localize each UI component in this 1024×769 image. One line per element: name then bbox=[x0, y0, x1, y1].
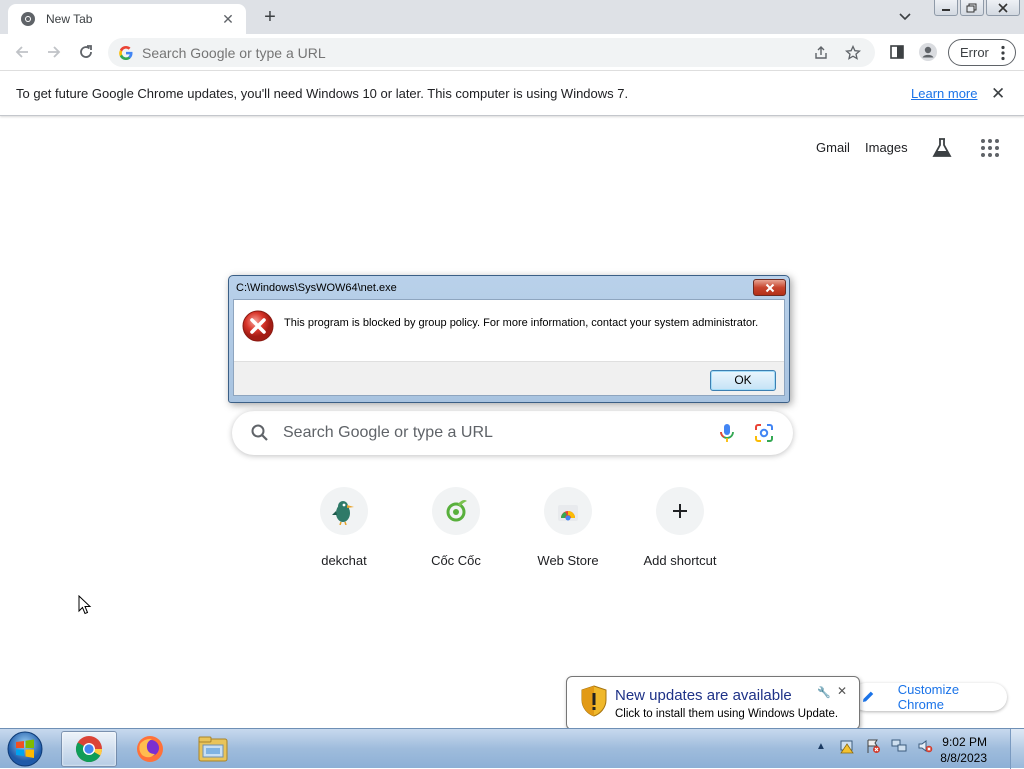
start-orb-icon[interactable] bbox=[6, 730, 44, 768]
taskbar-firefox[interactable] bbox=[122, 731, 178, 767]
side-panel-icon[interactable] bbox=[887, 42, 907, 62]
dialog-close-button[interactable] bbox=[753, 279, 786, 296]
system-tray: ▲ bbox=[812, 737, 934, 755]
forward-arrow-icon bbox=[48, 46, 61, 58]
shortcut-label: dekchat bbox=[321, 553, 367, 568]
taskbar-chrome[interactable] bbox=[61, 731, 117, 767]
customize-chrome-button[interactable]: Customize Chrome bbox=[852, 682, 1007, 712]
window-close-button[interactable] bbox=[986, 0, 1020, 16]
google-apps-grid-icon[interactable] bbox=[980, 138, 1000, 158]
shortcut-tile-add[interactable]: Add shortcut bbox=[624, 487, 736, 568]
ok-button[interactable]: OK bbox=[710, 370, 776, 391]
security-shield-icon bbox=[581, 685, 607, 717]
restore-icon bbox=[966, 3, 977, 12]
tab-strip: New Tab ✕ + bbox=[0, 0, 1024, 34]
back-button[interactable] bbox=[11, 41, 33, 63]
customize-chrome-label: Customize Chrome bbox=[897, 682, 960, 712]
pencil-icon bbox=[862, 691, 874, 702]
update-notification-balloon[interactable]: New updates are available Click to insta… bbox=[566, 676, 860, 743]
file-explorer-icon bbox=[198, 736, 228, 762]
clock-time: 9:02 PM bbox=[942, 735, 987, 749]
search-icon bbox=[251, 424, 268, 441]
network-icon[interactable] bbox=[890, 737, 908, 755]
tab-close-icon[interactable]: ✕ bbox=[220, 11, 236, 28]
close-icon bbox=[765, 283, 774, 292]
mouse-cursor-icon bbox=[78, 595, 92, 615]
profile-avatar-icon[interactable] bbox=[918, 42, 938, 62]
error-label: Error bbox=[960, 45, 989, 60]
dialog-body: This program is blocked by group policy.… bbox=[233, 299, 785, 396]
window-close-icon bbox=[998, 2, 1008, 13]
balloon-options-icon[interactable]: 🔧 bbox=[817, 686, 831, 699]
error-x-icon bbox=[242, 310, 274, 342]
tab-new-tab[interactable]: New Tab ✕ bbox=[8, 4, 246, 34]
balloon-close-icon[interactable]: ✕ bbox=[837, 684, 847, 698]
error-dialog: C:\Windows\SysWOW64\net.exe This program… bbox=[228, 275, 790, 403]
shortcut-tile-dekchat[interactable]: dekchat bbox=[288, 487, 400, 568]
labs-flask-icon[interactable] bbox=[930, 136, 954, 160]
flag-error-icon[interactable] bbox=[864, 737, 882, 755]
dekchat-bird-icon bbox=[320, 487, 368, 535]
show-hidden-icons-icon[interactable]: ▲ bbox=[812, 737, 830, 755]
volume-muted-icon[interactable] bbox=[916, 737, 934, 755]
shortcut-tile-coccoc[interactable]: Cốc Cốc bbox=[400, 487, 512, 568]
windows-taskbar: ▲ 9:02 PM 8/8/2023 bbox=[0, 728, 1024, 769]
images-link[interactable]: Images bbox=[865, 140, 908, 155]
plus-icon bbox=[656, 487, 704, 535]
web-store-icon bbox=[544, 487, 592, 535]
shortcut-label: Add shortcut bbox=[643, 553, 717, 568]
coccoc-icon bbox=[432, 487, 480, 535]
new-tab-button[interactable]: + bbox=[258, 6, 282, 30]
dialog-message: This program is blocked by group policy.… bbox=[284, 317, 759, 329]
ntp-search-box[interactable]: Search Google or type a URL bbox=[232, 411, 793, 455]
bookmark-star-icon[interactable] bbox=[843, 43, 863, 63]
tab-search-chevron-icon[interactable] bbox=[895, 8, 915, 26]
dialog-title: C:\Windows\SysWOW64\net.exe bbox=[236, 282, 397, 294]
balloon-title: New updates are available bbox=[615, 687, 792, 704]
profile-error-button[interactable]: Error bbox=[948, 39, 1016, 66]
omnibox-input[interactable] bbox=[142, 44, 811, 61]
back-arrow-icon bbox=[15, 46, 28, 58]
shortcut-label: Cốc Cốc bbox=[431, 553, 481, 568]
reload-button[interactable] bbox=[75, 41, 97, 63]
voice-search-mic-icon[interactable] bbox=[717, 422, 737, 444]
balloon-subtitle: Click to install them using Windows Upda… bbox=[615, 708, 839, 720]
chrome-icon bbox=[75, 736, 103, 763]
reload-icon bbox=[80, 45, 92, 58]
clock-date: 8/8/2023 bbox=[940, 751, 987, 765]
minimize-button[interactable] bbox=[934, 0, 958, 16]
restore-button[interactable] bbox=[960, 0, 984, 16]
forward-button[interactable] bbox=[43, 41, 65, 63]
taskbar-file-explorer[interactable] bbox=[185, 731, 241, 767]
browser-toolbar: Error bbox=[0, 34, 1024, 71]
minimize-icon bbox=[942, 8, 950, 11]
shortcut-tile-web-store[interactable]: Web Store bbox=[512, 487, 624, 568]
update-infobar: To get future Google Chrome updates, you… bbox=[0, 71, 1024, 116]
firefox-icon bbox=[137, 736, 163, 762]
gmail-link[interactable]: Gmail bbox=[816, 140, 850, 155]
google-g-icon bbox=[119, 45, 133, 60]
google-lens-camera-icon[interactable] bbox=[753, 422, 775, 444]
taskbar-clock[interactable]: 9:02 PM 8/8/2023 bbox=[935, 734, 987, 766]
learn-more-link[interactable]: Learn more bbox=[911, 86, 977, 101]
show-desktop-button[interactable] bbox=[1010, 729, 1024, 769]
infobar-message: To get future Google Chrome updates, you… bbox=[16, 86, 629, 101]
omnibox[interactable] bbox=[108, 38, 875, 67]
infobar-close-icon[interactable]: ✕ bbox=[991, 84, 1005, 104]
kebab-menu-icon[interactable] bbox=[1001, 45, 1005, 61]
dialog-footer: OK bbox=[234, 361, 784, 395]
action-center-warning-icon[interactable] bbox=[838, 737, 856, 755]
tab-title: New Tab bbox=[46, 12, 93, 26]
ntp-search-placeholder: Search Google or type a URL bbox=[283, 424, 493, 441]
share-icon[interactable] bbox=[811, 43, 831, 63]
chrome-favicon-icon bbox=[21, 12, 35, 26]
shortcut-label: Web Store bbox=[537, 553, 599, 568]
window-controls bbox=[934, 0, 1020, 16]
